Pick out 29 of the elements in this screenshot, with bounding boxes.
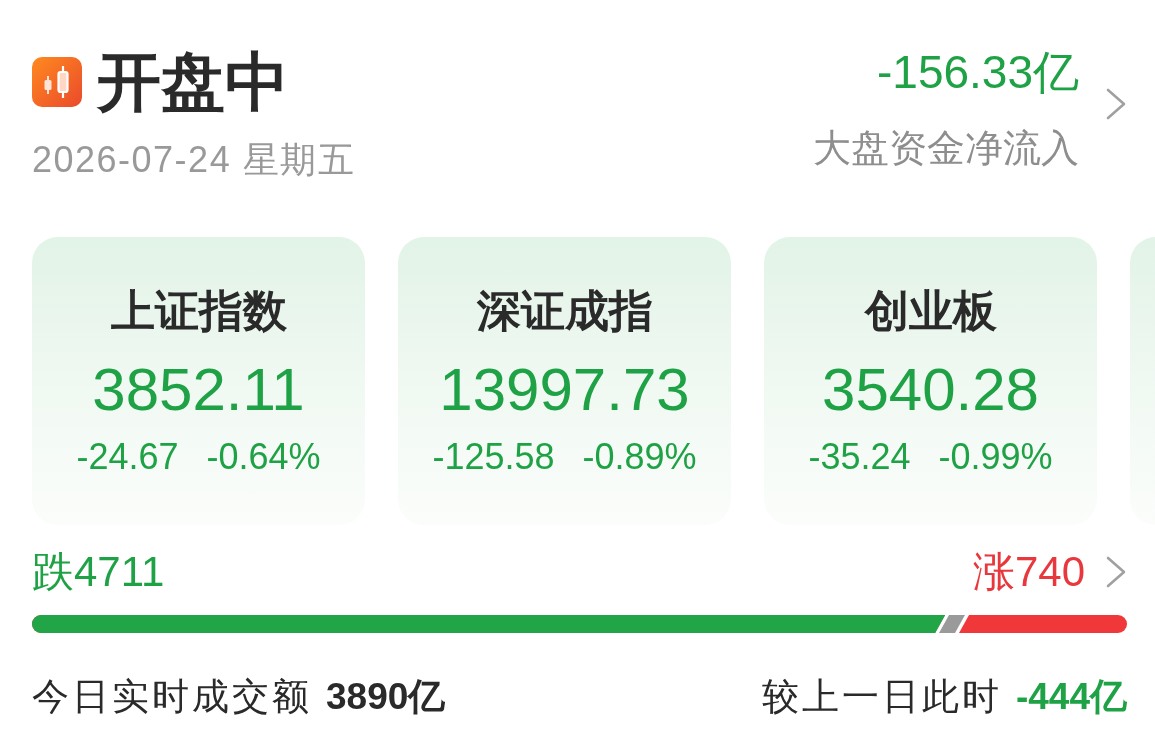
index-card[interactable]: 创业板 3540.28 -35.24 -0.99% [764, 237, 1097, 525]
index-value: 3540.28 [822, 355, 1039, 425]
index-name: 创业板 [864, 286, 997, 336]
chevron-right-icon[interactable] [1105, 556, 1127, 588]
index-change-percent: -0.99% [938, 435, 1053, 479]
index-change-percent: -0.64% [206, 435, 321, 479]
index-card[interactable]: 上证指数 3852.11 -24.67 -0.64% [32, 237, 365, 525]
index-value: 13997.73 [439, 355, 690, 425]
net-inflow-value: -156.33亿 [877, 47, 1079, 97]
index-change-percent: -0.89% [582, 435, 697, 479]
falling-count: 跌4711 [32, 547, 165, 597]
index-change: -125.58 [432, 435, 555, 479]
slash-separator-icon [935, 615, 970, 633]
rising-count: 涨740 [972, 547, 1085, 597]
page-title: 开盘中 [97, 47, 289, 117]
net-inflow-label: 大盘资金净流入 [813, 126, 1079, 170]
candlestick-icon [32, 57, 82, 107]
comparison-label: 较上一日此时 [761, 675, 1002, 719]
chevron-right-icon[interactable] [1105, 88, 1127, 120]
turnover-value: 3890亿 [326, 675, 446, 719]
index-value: 3852.11 [92, 355, 305, 425]
index-name: 深证成指 [476, 286, 653, 336]
index-change: -24.67 [76, 435, 179, 479]
date-text: 2026-07-24 星期五 [32, 140, 356, 180]
index-name: 上证指数 [110, 286, 287, 336]
comparison-value: -444亿 [1015, 675, 1127, 719]
index-card[interactable]: 深证成指 13997.73 -125.58 -0.89% [398, 237, 731, 525]
turnover-label: 今日实时成交额 [32, 675, 312, 719]
index-change: -35.24 [808, 435, 911, 479]
